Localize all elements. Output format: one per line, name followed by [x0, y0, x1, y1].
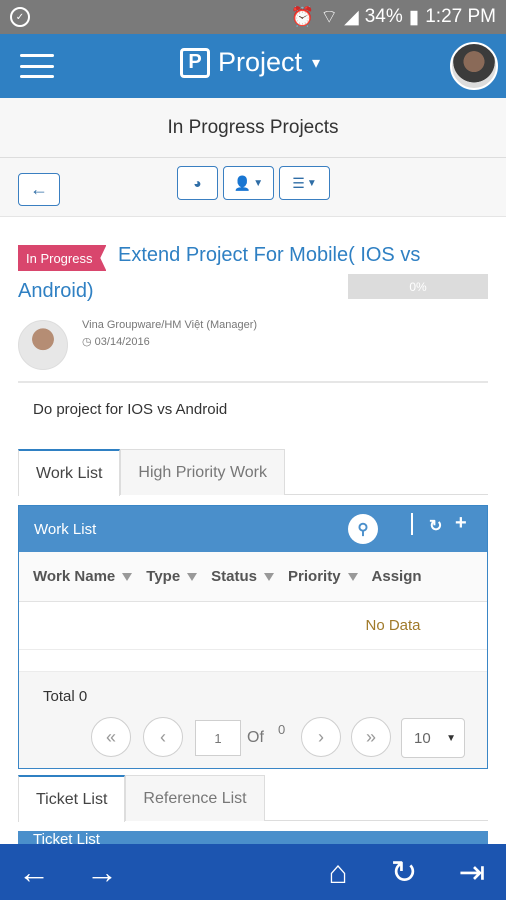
dashboard-button[interactable]: ◕	[177, 166, 218, 200]
tab-high-priority-work[interactable]: High Priority Work	[120, 449, 286, 495]
column-label: Type	[146, 568, 181, 585]
back-button[interactable]: ←	[18, 173, 60, 206]
panel-header: Work List ⚲ ↻ +	[19, 506, 487, 552]
date-text: 03/14/2016	[94, 336, 150, 348]
project-description: Do project for IOS vs Android	[33, 401, 228, 418]
page-title: In Progress Projects	[0, 98, 506, 158]
dashboard-icon: ◕	[193, 175, 202, 191]
clock-icon: ◷	[82, 336, 95, 348]
member-filter-button[interactable]: 👤 ▼	[223, 166, 274, 200]
page-size-value: 10	[414, 729, 431, 747]
status-badge: In Progress	[18, 245, 107, 271]
signal-icon: ◢	[344, 6, 359, 28]
work-tabs: Work List High Priority Work	[18, 449, 488, 496]
arrow-left-icon: ←	[30, 179, 48, 199]
column-assign[interactable]: Assign	[358, 568, 422, 585]
page-count: 0	[278, 722, 286, 737]
filter-icon[interactable]	[264, 572, 275, 581]
alarm-icon: ⏰	[290, 7, 315, 28]
column-status[interactable]: Status	[197, 568, 275, 585]
divider	[411, 513, 413, 535]
toolbar: ← ◕ 👤 ▼ ☰ ▼	[0, 158, 506, 216]
battery-icon: ▮	[408, 6, 420, 28]
column-label: Work Name	[33, 568, 116, 585]
caret-down-icon: ▼	[306, 177, 317, 189]
column-work-name[interactable]: Work Name	[19, 568, 133, 585]
last-page-button[interactable]: »	[351, 717, 391, 757]
app-bar: P Project ▾	[0, 34, 506, 98]
column-priority[interactable]: Priority	[274, 568, 358, 585]
refresh-icon[interactable]: ↻	[429, 516, 442, 536]
caret-down-icon: ▼	[446, 732, 456, 744]
search-icon[interactable]: ⚲	[348, 514, 378, 544]
chevron-down-icon: ▾	[312, 54, 321, 72]
tab-ticket-list[interactable]: Ticket List	[18, 775, 126, 822]
progress-label: 0%	[409, 279, 427, 294]
project-detail: Extend Project For Mobile( IOS vs Androi…	[0, 216, 506, 851]
add-icon[interactable]: +	[455, 512, 467, 535]
ticket-tabs: Ticket List Reference List	[18, 775, 488, 822]
shield-icon: ✓	[10, 7, 30, 27]
caret-down-icon: ▼	[253, 177, 264, 189]
list-icon: ☰	[292, 174, 305, 191]
panel-title: Work List	[34, 520, 97, 538]
member-name: Vina Groupware/HM Việt (Manager)	[82, 319, 258, 331]
tab-reference-list[interactable]: Reference List	[125, 775, 265, 821]
wifi-icon: ⌔	[320, 7, 339, 28]
app-switcher[interactable]: P Project ▾	[180, 47, 320, 78]
next-page-button[interactable]: ›	[301, 717, 341, 757]
column-label: Status	[211, 568, 258, 585]
status-bar: ✓ ⏰ ⌔ ◢ 34% ▮ 1:27 PM	[0, 0, 506, 34]
filter-icon[interactable]	[187, 572, 198, 581]
status-time: 1:27 PM	[425, 6, 496, 27]
user-avatar[interactable]	[450, 42, 498, 90]
column-label: Priority	[288, 568, 341, 585]
bottom-nav: ← → ⌂ ↻ ⇥	[0, 844, 506, 900]
project-logo-icon: P	[180, 47, 210, 78]
logout-icon[interactable]: ⇥	[452, 852, 492, 892]
arrow-right-icon[interactable]: →	[82, 852, 122, 892]
user-icon: 👤	[233, 174, 252, 191]
menu-icon[interactable]	[20, 54, 54, 78]
table-header: Work Name Type Status Priority Assign	[19, 552, 487, 602]
list-menu-button[interactable]: ☰ ▼	[279, 166, 330, 200]
home-icon[interactable]: ⌂	[316, 852, 360, 892]
filter-icon[interactable]	[122, 572, 133, 581]
total-count: Total 0	[43, 688, 88, 705]
page-size-select[interactable]: 10 ▼	[401, 718, 465, 758]
avatar	[18, 320, 68, 370]
work-list-panel: Work List ⚲ ↻ + Work Name Type Status Pr…	[18, 505, 488, 769]
refresh-icon[interactable]: ↻	[384, 852, 424, 892]
column-label: Assign	[371, 568, 422, 585]
progress-bar: 0%	[348, 274, 488, 299]
column-type[interactable]: Type	[132, 568, 198, 585]
page-input[interactable]: 1	[195, 720, 241, 756]
app-title: Project	[218, 47, 303, 77]
of-label: Of	[247, 729, 264, 746]
prev-page-button[interactable]: ‹	[143, 717, 183, 757]
arrow-left-icon[interactable]: ←	[14, 852, 54, 892]
divider	[18, 381, 488, 383]
empty-state: No Data	[19, 602, 487, 650]
table-row	[19, 650, 487, 672]
first-page-button[interactable]: «	[91, 717, 131, 757]
tab-work-list[interactable]: Work List	[18, 449, 121, 496]
project-date: ◷ 03/14/2016	[82, 335, 150, 348]
battery-percent: 34%	[364, 6, 403, 27]
pagination: Total 0 « ‹ 1 Of 0 › » 10 ▼	[19, 672, 487, 768]
filter-icon[interactable]	[347, 572, 358, 581]
